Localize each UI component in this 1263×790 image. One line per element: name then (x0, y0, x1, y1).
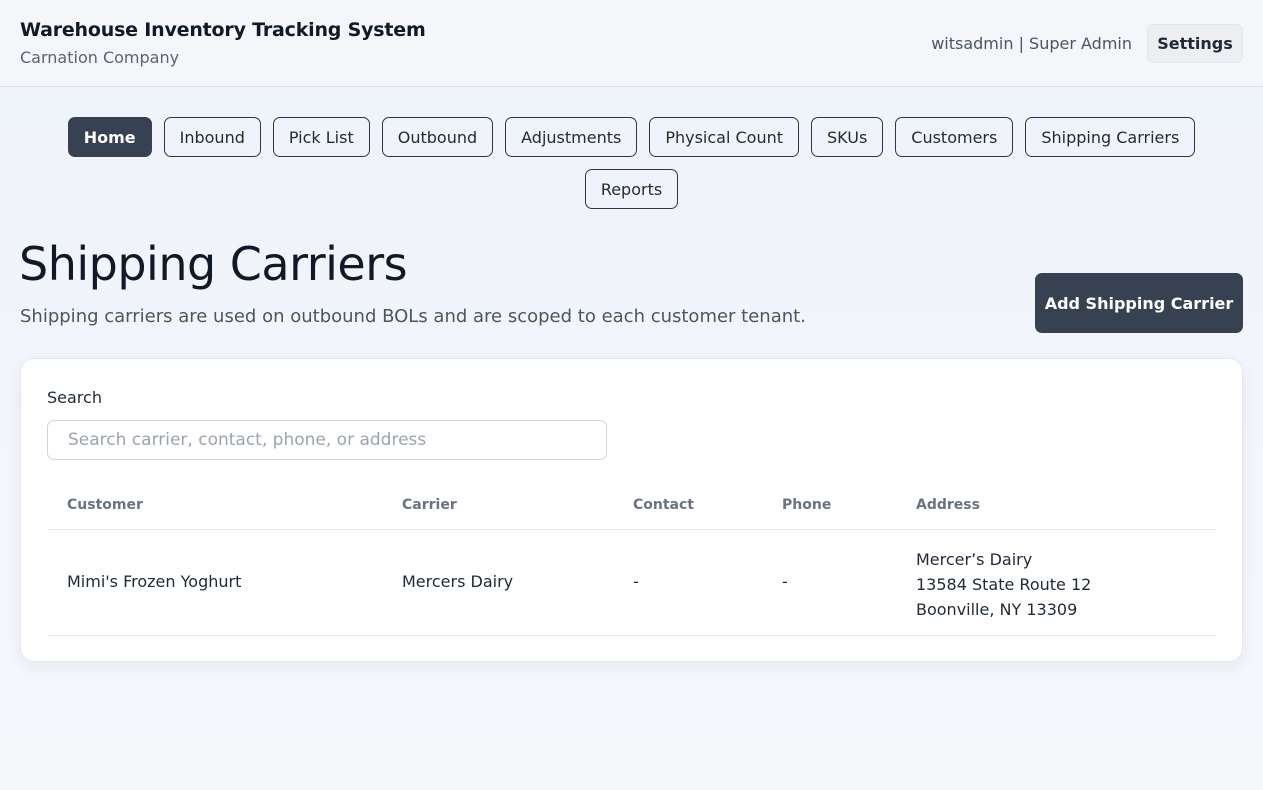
nav-inbound[interactable]: Inbound (163, 117, 261, 157)
column-header-carrier[interactable]: Carrier (402, 497, 457, 513)
column-header-address[interactable]: Address (916, 497, 980, 513)
company-name: Carnation Company (20, 48, 180, 67)
cell-phone: - (782, 572, 788, 591)
column-header-phone[interactable]: Phone (782, 497, 831, 513)
column-header-contact[interactable]: Contact (633, 497, 694, 513)
page-title: Shipping Carriers (19, 237, 408, 291)
column-header-customer[interactable]: Customer (67, 497, 143, 513)
cell-contact: - (633, 572, 639, 591)
search-label: Search (47, 388, 102, 407)
nav-pick-list[interactable]: Pick List (272, 117, 370, 157)
main-nav: Home Inbound Pick List Outbound Adjustme… (0, 117, 1263, 221)
nav-reports[interactable]: Reports (584, 169, 679, 209)
nav-row-secondary: Reports (0, 169, 1263, 209)
cell-carrier: Mercers Dairy (402, 572, 514, 591)
nav-row-primary: Home Inbound Pick List Outbound Adjustme… (0, 117, 1263, 157)
carriers-table: Customer Carrier Contact Phone Address M… (47, 483, 1217, 636)
nav-outbound[interactable]: Outbound (381, 117, 494, 157)
settings-button[interactable]: Settings (1147, 24, 1243, 63)
cell-customer: Mimi's Frozen Yoghurt (67, 572, 242, 591)
search-input[interactable] (47, 420, 607, 460)
nav-physical-count[interactable]: Physical Count (649, 117, 800, 157)
table-header: Customer Carrier Contact Phone Address (47, 483, 1217, 530)
nav-customers[interactable]: Customers (895, 117, 1014, 157)
address-line-3: Boonville, NY 13309 (916, 600, 1078, 619)
app-title: Warehouse Inventory Tracking System (20, 19, 426, 41)
carriers-card: Search Customer Carrier Contact Phone Ad… (20, 358, 1243, 662)
address-line-2: 13584 State Route 12 (916, 575, 1092, 594)
app-header: Warehouse Inventory Tracking System Carn… (0, 0, 1263, 87)
address-line-1: Mercer’s Dairy (916, 550, 1033, 569)
nav-shipping-carriers[interactable]: Shipping Carriers (1025, 117, 1196, 157)
add-shipping-carrier-button[interactable]: Add Shipping Carrier (1035, 273, 1243, 333)
nav-adjustments[interactable]: Adjustments (505, 117, 638, 157)
table-row[interactable]: Mimi's Frozen Yoghurt Mercers Dairy - - … (47, 530, 1217, 636)
user-info: witsadmin | Super Admin (931, 34, 1132, 53)
cell-address: Mercer’s Dairy 13584 State Route 12 Boon… (916, 547, 1091, 622)
nav-home[interactable]: Home (67, 117, 152, 157)
nav-skus[interactable]: SKUs (811, 117, 884, 157)
page-description: Shipping carriers are used on outbound B… (20, 306, 806, 327)
